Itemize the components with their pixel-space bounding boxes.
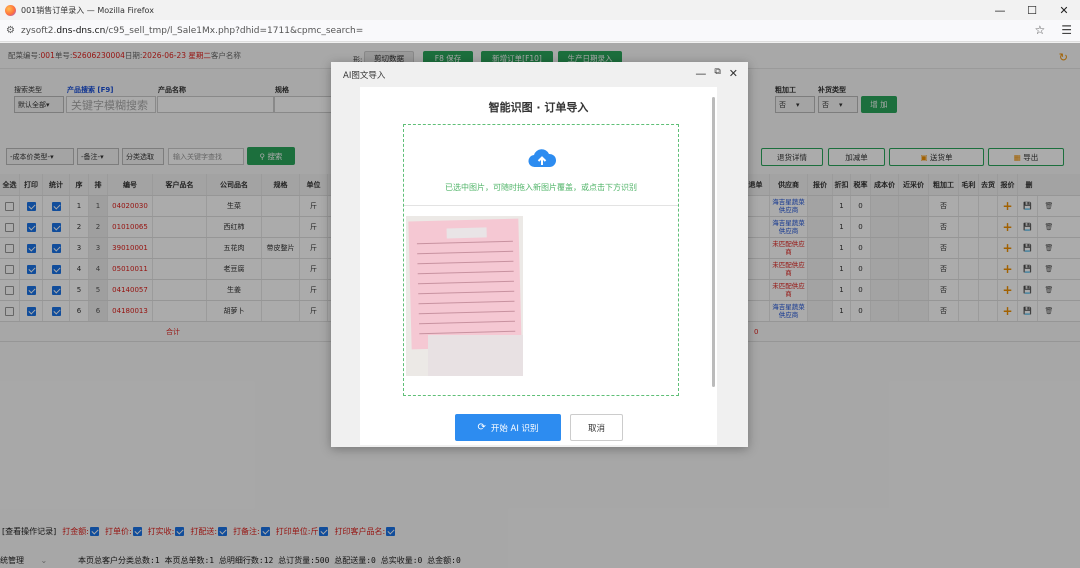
maximize-icon[interactable]: ☐ [1016,0,1048,20]
url-domain: dns-dns.cn [56,25,106,36]
dialog-header: AI图文导入 — ⧉ ✕ [331,62,748,87]
ai-import-dialog: AI图文导入 — ⧉ ✕ 智能识图 · 订单导入 已选中图片，可随时拖入新图片覆… [331,62,748,447]
sync-icon: ⟳ [477,422,486,433]
divider [404,205,678,206]
dialog-scrollbar[interactable] [712,97,715,387]
minimize-icon[interactable]: — [984,0,1016,20]
site-info-icon[interactable]: ⚙ [6,25,15,36]
browser-titlebar: 001销售订单录入 — Mozilla Firefox — ☐ ✕ [0,0,1080,20]
dialog-heading: 智能识图 · 订单导入 [488,101,589,114]
upload-cloud-icon [528,149,556,168]
cancel-button[interactable]: 取消 [570,414,623,441]
selected-image-thumbnail[interactable] [406,216,523,376]
start-ai-recognition-button[interactable]: ⟳ 开始 AI 识别 [455,414,561,441]
url-prefix: zysoft2. [20,25,57,36]
dialog-title: AI图文导入 [343,70,386,81]
drop-hint-text: 已选中图片，可随时拖入新图片覆盖，或点击下方识别 [445,183,637,192]
close-icon[interactable]: ✕ [729,67,738,80]
menu-icon[interactable]: ☰ [1061,23,1072,37]
dialog-body: 智能识图 · 订单导入 已选中图片，可随时拖入新图片覆盖，或点击下方识别 ⟳ 开… [360,87,717,445]
minimize-icon[interactable]: — [695,67,706,80]
close-icon[interactable]: ✕ [1048,0,1080,20]
url-bar[interactable]: ⚙ zysoft2. dns-dns.cn/c95_sell_tmp/l_Sale… [0,20,1080,42]
window-title: 001销售订单录入 — Mozilla Firefox [21,5,154,15]
blurred-region [428,335,523,376]
dialog-footer: ⟳ 开始 AI 识别 取消 [360,412,717,442]
firefox-icon [5,4,16,16]
image-drop-zone[interactable]: 已选中图片，可随时拖入新图片覆盖，或点击下方识别 [403,124,679,396]
url-path: /c95_sell_tmp/l_Sale1Mx.php?dhid=1711&cp… [105,25,364,36]
bookmark-star-icon[interactable]: ☆ [1034,23,1045,37]
receipt-image [408,218,522,350]
expand-icon[interactable]: ⧉ [714,67,720,80]
